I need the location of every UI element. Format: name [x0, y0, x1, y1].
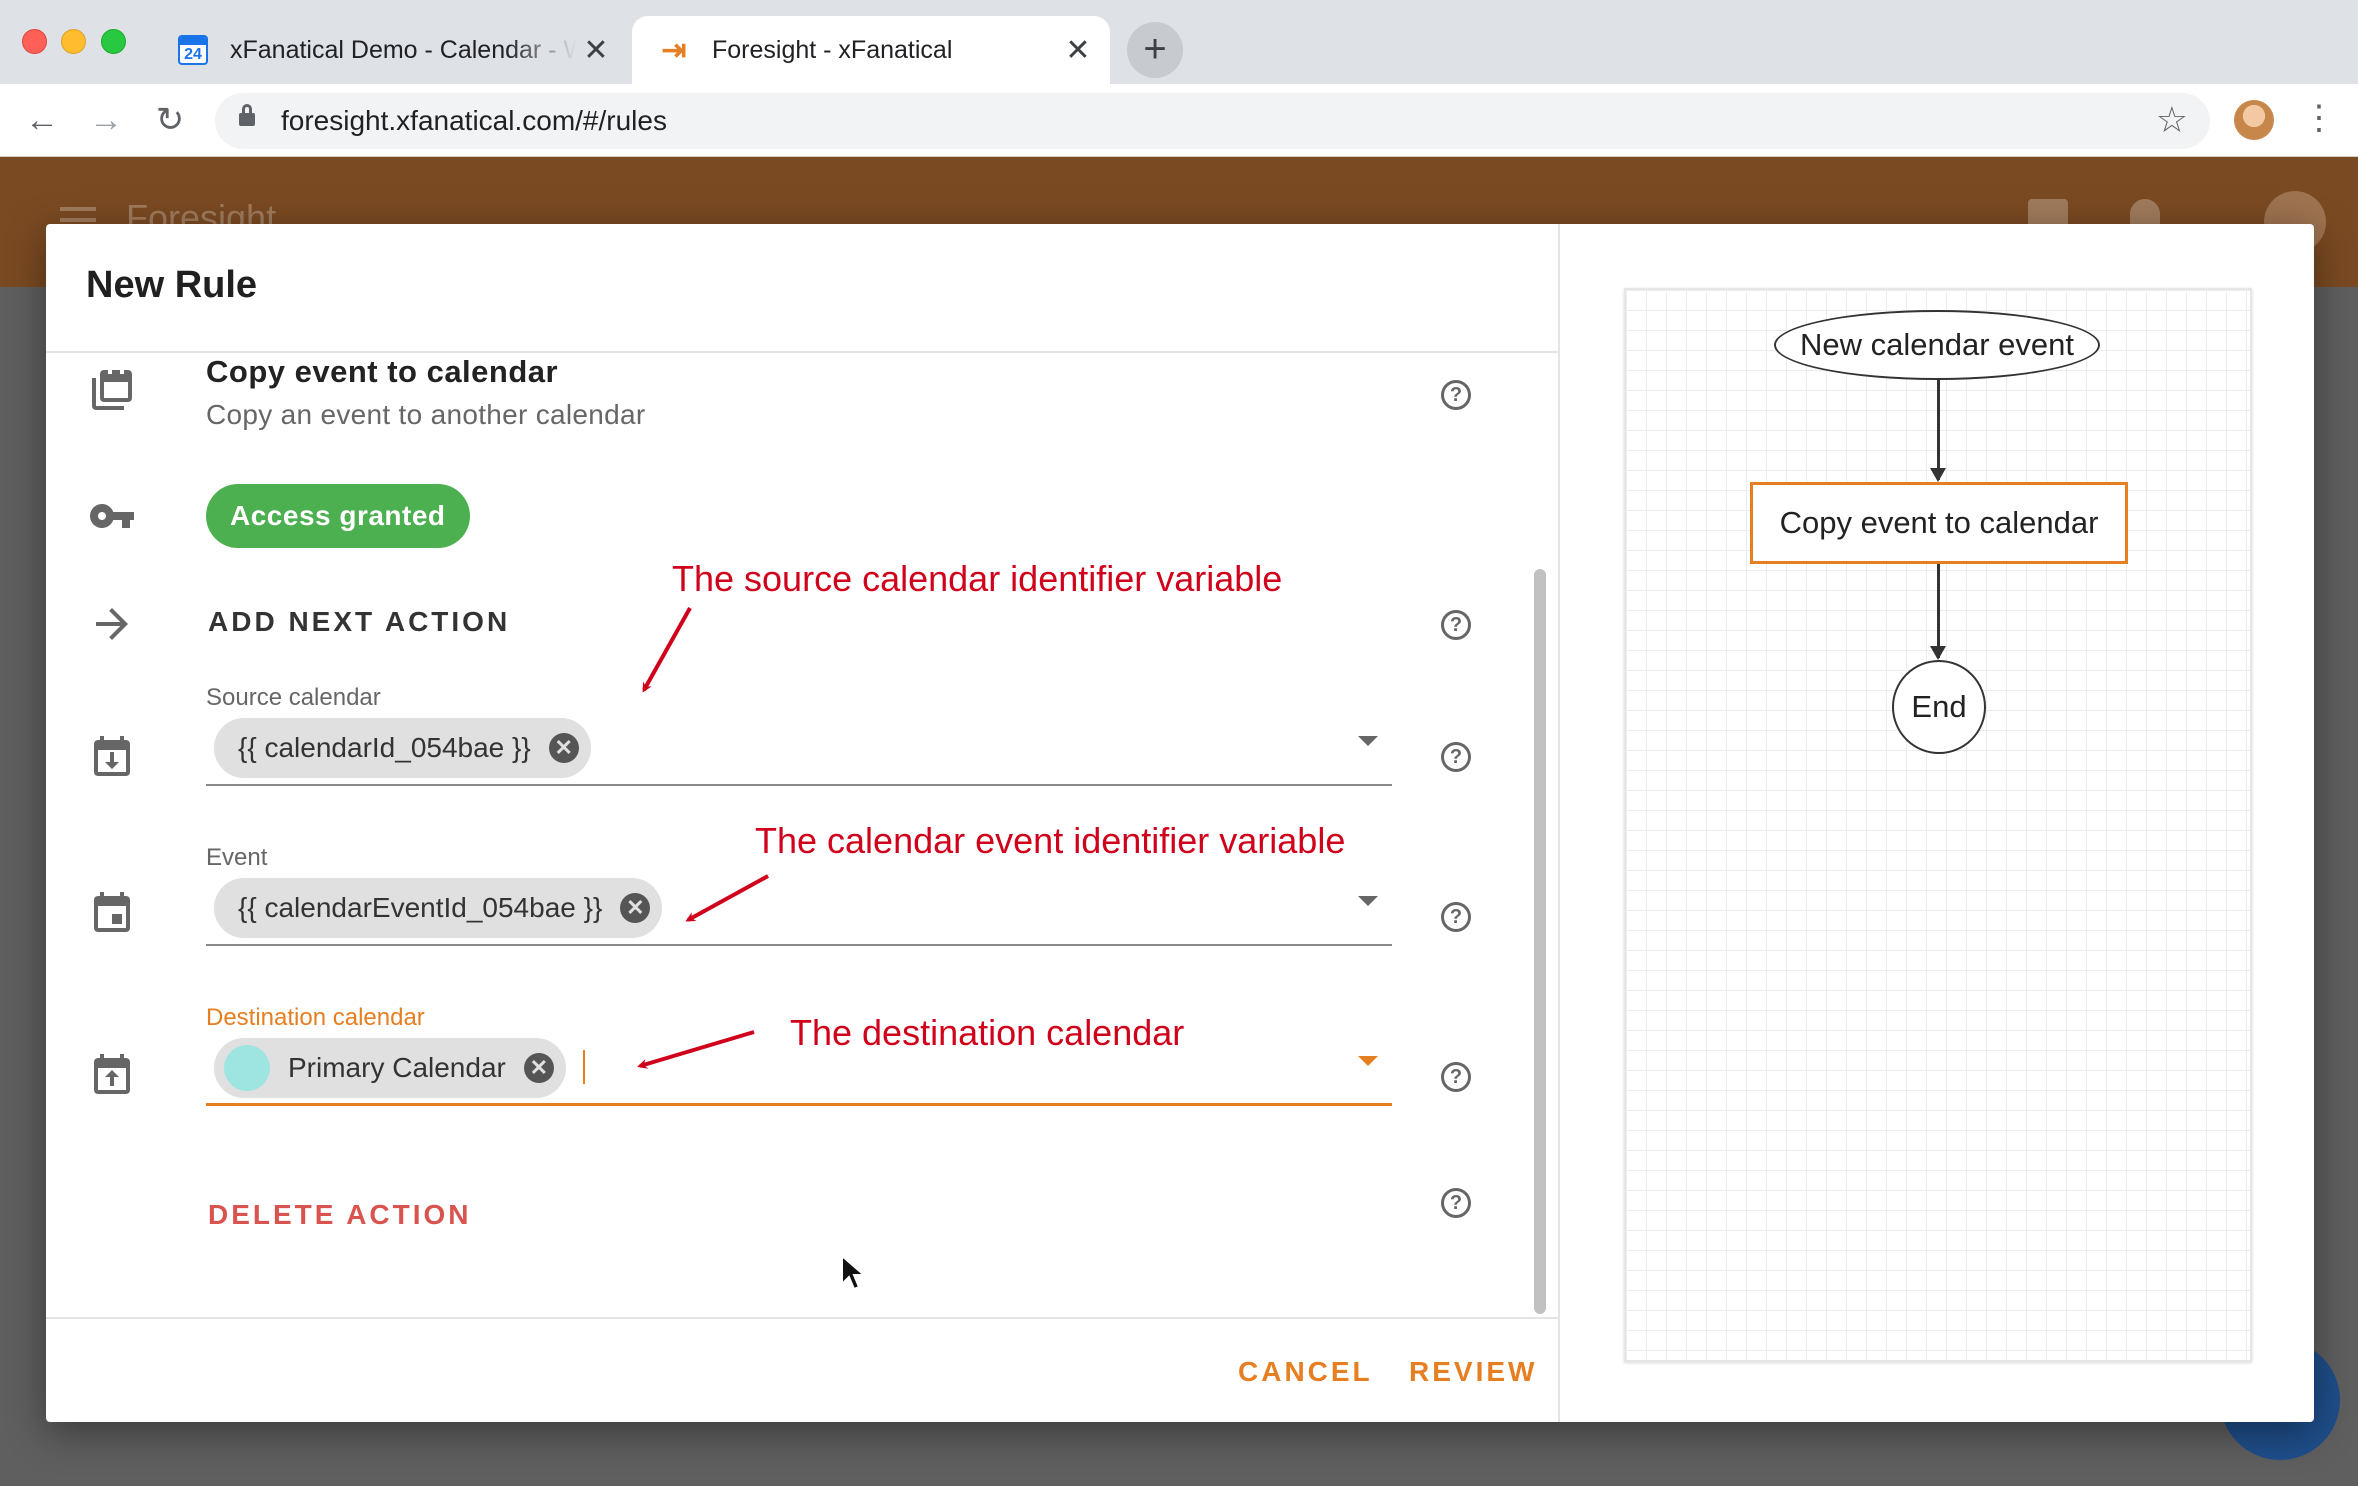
- source-calendar-field[interactable]: {{ calendarId_054bae }} ✕: [206, 716, 1392, 786]
- remove-chip-icon[interactable]: ✕: [620, 893, 651, 923]
- calendar-download-icon: [94, 736, 130, 776]
- destination-calendar-label: Destination calendar: [206, 1004, 425, 1031]
- help-icon[interactable]: ?: [1441, 610, 1471, 640]
- help-icon[interactable]: ?: [1441, 742, 1471, 772]
- browser-menu-icon[interactable]: ⋮: [2302, 98, 2336, 138]
- forward-arrow-icon[interactable]: →: [82, 96, 130, 144]
- calendar-upload-icon: [94, 1054, 130, 1094]
- calendar-color-dot: [224, 1045, 270, 1091]
- library-calendar-icon: [92, 370, 132, 410]
- browser-tab-foresight[interactable]: ⇥ Foresight - xFanatical ✕: [632, 16, 1110, 84]
- google-calendar-icon: 24: [178, 35, 208, 65]
- help-icon[interactable]: ?: [1441, 380, 1471, 410]
- dropdown-arrow-icon[interactable]: [1358, 1056, 1378, 1066]
- source-calendar-chip: {{ calendarId_054bae }} ✕: [214, 718, 591, 778]
- dropdown-arrow-icon[interactable]: [1358, 896, 1378, 906]
- dialog-title: New Rule: [86, 264, 258, 306]
- event-field[interactable]: {{ calendarEventId_054bae }} ✕: [206, 876, 1392, 946]
- bookmark-star-icon[interactable]: ☆: [2156, 99, 2188, 141]
- calendar-favicon-text: 24: [184, 46, 202, 63]
- chip-label: Primary Calendar: [288, 1052, 506, 1083]
- new-rule-dialog: New Rule Copy event to calendar Copy an …: [46, 224, 2314, 1422]
- mouse-pointer-icon: [841, 1254, 867, 1291]
- close-tab-icon[interactable]: ✕: [1058, 33, 1098, 68]
- source-calendar-label: Source calendar: [206, 684, 381, 711]
- arrow-to-source: [642, 607, 692, 693]
- event-chip: {{ calendarEventId_054bae }} ✕: [214, 878, 663, 938]
- divider: [46, 351, 1558, 353]
- remove-chip-icon[interactable]: ✕: [523, 1053, 554, 1083]
- delete-action-button[interactable]: DELETE ACTION: [208, 1199, 472, 1231]
- rule-flow-diagram: New calendar event Copy event to calenda…: [1624, 288, 2252, 1362]
- close-tab-icon[interactable]: ✕: [576, 33, 616, 68]
- calendar-event-icon: [94, 892, 130, 932]
- help-icon[interactable]: ?: [1441, 1062, 1471, 1092]
- new-tab-button[interactable]: +: [1127, 22, 1183, 78]
- browser-toolbar: ← → ↻ foresight.xfanatical.com/#/rules ☆…: [0, 84, 2358, 157]
- review-button[interactable]: REVIEW: [1409, 1356, 1537, 1388]
- url-text[interactable]: foresight.xfanatical.com/#/rules: [281, 105, 667, 137]
- tab-title: xFanatical Demo - Calendar - W: [230, 35, 576, 64]
- flow-edge: [1930, 564, 1946, 660]
- browser-tab-bar: 24 xFanatical Demo - Calendar - W ✕ ⇥ Fo…: [0, 0, 2358, 84]
- rule-editor-pane: New Rule Copy event to calendar Copy an …: [46, 224, 1558, 1422]
- flow-start-node: New calendar event: [1774, 310, 2100, 380]
- help-icon[interactable]: ?: [1441, 1188, 1471, 1218]
- profile-avatar[interactable]: [2234, 100, 2274, 140]
- back-arrow-icon[interactable]: ←: [18, 96, 66, 144]
- reload-icon[interactable]: ↻: [146, 96, 194, 144]
- lock-icon[interactable]: [239, 104, 255, 128]
- event-label: Event: [206, 844, 268, 871]
- cancel-button[interactable]: CANCEL: [1238, 1356, 1373, 1388]
- key-icon: [90, 504, 134, 528]
- destination-calendar-chip: Primary Calendar ✕: [214, 1038, 566, 1098]
- arrow-forward-icon: [96, 608, 128, 640]
- window-minimize-button[interactable]: [61, 29, 86, 54]
- annotation-event: The calendar event identifier variable: [755, 820, 1346, 861]
- access-granted-badge: Access granted: [206, 484, 470, 548]
- dropdown-arrow-icon[interactable]: [1358, 736, 1378, 746]
- scrollbar-thumb[interactable]: [1534, 569, 1546, 1314]
- flow-action-node[interactable]: Copy event to calendar: [1750, 482, 2128, 564]
- flow-edge: [1930, 380, 1946, 482]
- add-next-action-button[interactable]: ADD NEXT ACTION: [208, 606, 510, 638]
- pane-divider: [1558, 224, 1560, 1422]
- text-cursor: [583, 1050, 585, 1084]
- action-title: Copy event to calendar: [206, 354, 559, 389]
- help-icon[interactable]: ?: [1441, 902, 1471, 932]
- chip-label: {{ calendarId_054bae }}: [238, 732, 531, 763]
- browser-tab-calendar[interactable]: 24 xFanatical Demo - Calendar - W ✕: [170, 16, 628, 84]
- address-bar[interactable]: foresight.xfanatical.com/#/rules ☆: [215, 93, 2210, 149]
- foresight-favicon-icon: ⇥: [661, 33, 687, 67]
- annotation-destination: The destination calendar: [790, 1012, 1185, 1053]
- divider: [46, 1317, 1558, 1319]
- action-description: Copy an event to another calendar: [206, 399, 646, 430]
- annotation-source: The source calendar identifier variable: [672, 558, 1283, 599]
- tab-title: Foresight - xFanatical: [712, 35, 953, 64]
- chip-label: {{ calendarEventId_054bae }}: [238, 892, 603, 923]
- flow-end-node: End: [1892, 660, 1986, 754]
- window-close-button[interactable]: [22, 29, 47, 54]
- window-zoom-button[interactable]: [101, 29, 126, 54]
- remove-chip-icon[interactable]: ✕: [548, 733, 579, 763]
